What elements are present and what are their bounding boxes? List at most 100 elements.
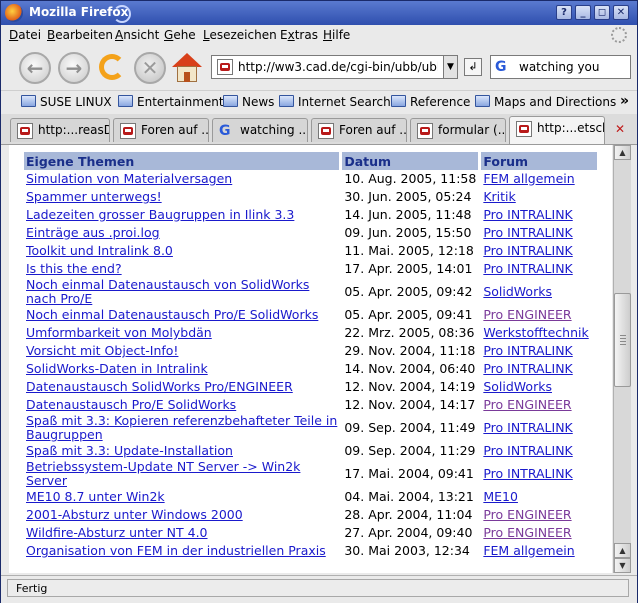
forum-link[interactable]: Pro INTRALINK — [483, 361, 572, 376]
threads-table: Eigene Themen Datum Forum Simulation von… — [24, 152, 600, 560]
forum-link[interactable]: Pro INTRALINK — [483, 207, 572, 222]
thread-date: 05. Apr. 2005, 09:42 — [340, 278, 482, 306]
back-button[interactable]: ← — [19, 52, 51, 84]
forward-button[interactable]: → — [58, 52, 90, 84]
menu-gehe[interactable]: Gehe — [164, 28, 196, 42]
scroll-up-button-lower[interactable]: ▲ — [614, 543, 631, 558]
forum-link[interactable]: Pro INTRALINK — [483, 261, 572, 276]
bookmark-suse-linux[interactable]: SUSE LINUX — [21, 95, 112, 109]
go-button[interactable]: ↲ — [464, 58, 482, 76]
thread-link[interactable]: Is this the end? — [26, 261, 122, 276]
forum-link[interactable]: Pro INTRALINK — [483, 420, 572, 435]
thread-link[interactable]: SolidWorks-Daten in Intralink — [26, 361, 208, 376]
site-favicon-icon — [318, 123, 334, 139]
help-window-button[interactable]: ? — [556, 5, 572, 20]
scroll-down-button[interactable]: ▼ — [614, 558, 631, 573]
address-bar[interactable]: http://ww3.cad.de/cgi-bin/ubb/ubbmisc. — [211, 55, 458, 79]
tab-5[interactable]: formular (... — [410, 118, 506, 142]
back-arrow-icon: ← — [26, 56, 44, 80]
table-row: Simulation von Materialversagen 10. Aug. … — [24, 170, 600, 188]
forum-link[interactable]: Pro INTRALINK — [483, 443, 572, 458]
bookmarks-overflow-chevron-icon[interactable]: » — [620, 93, 629, 109]
scrollbar-thumb[interactable] — [614, 293, 631, 387]
tab-4[interactable]: Foren auf ... — [311, 118, 407, 142]
forum-link[interactable]: Pro INTRALINK — [483, 243, 572, 258]
thread-link[interactable]: Toolkit und Intralink 8.0 — [26, 243, 173, 258]
close-tab-icon[interactable]: ✕ — [611, 122, 629, 138]
address-url[interactable]: http://ww3.cad.de/cgi-bin/ubb/ubbmisc. — [238, 60, 438, 74]
table-row: Datenaustausch SolidWorks Pro/ENGINEER 12… — [24, 378, 600, 396]
thread-link[interactable]: Noch einmal Datenaustausch von SolidWork… — [26, 277, 309, 306]
thread-link[interactable]: Betriebssystem-Update NT Server -> Win2k… — [26, 459, 300, 488]
tab-1[interactable]: http:...reasD — [10, 118, 110, 142]
bookmark-entertainment[interactable]: Entertainment — [118, 95, 224, 109]
thread-link[interactable]: Einträge aus .proi.log — [26, 225, 160, 240]
tab-6-active[interactable]: http:...etsch — [509, 116, 605, 144]
forum-link[interactable]: FEM allgemein — [483, 171, 574, 186]
menu-hilfe[interactable]: Hilfe — [323, 28, 350, 42]
menu-lesezeichen[interactable]: Lesezeichen — [203, 28, 277, 42]
home-button[interactable] — [171, 52, 203, 84]
tab-3[interactable]: G watching ... — [212, 118, 308, 142]
forum-link[interactable]: SolidWorks — [483, 284, 552, 299]
thread-date: 11. Mai. 2005, 12:18 — [340, 242, 482, 260]
stop-button[interactable]: ✕ — [134, 52, 166, 84]
bookmark-reference[interactable]: Reference — [391, 95, 470, 109]
bookmark-news[interactable]: News — [223, 95, 274, 109]
page-content: Eigene Themen Datum Forum Simulation von… — [9, 145, 612, 573]
menu-ansicht[interactable]: Ansicht — [115, 28, 159, 42]
thread-date: 28. Apr. 2004, 11:04 — [340, 506, 482, 524]
thread-date: 09. Jun. 2005, 15:50 — [340, 224, 482, 242]
thread-date: 12. Nov. 2004, 14:17 — [340, 396, 482, 414]
thread-link[interactable]: Simulation von Materialversagen — [26, 171, 232, 186]
forum-link[interactable]: Kritik — [483, 189, 515, 204]
tab-bar: http:...reasD Foren auf ... G watching .… — [1, 114, 637, 145]
forum-link[interactable]: Werkstofftechnik — [483, 325, 588, 340]
thread-link[interactable]: Ladezeiten grosser Baugruppen in Ilink 3… — [26, 207, 294, 222]
thread-link[interactable]: Spammer unterwegs! — [26, 189, 162, 204]
status-bar: Fertig — [1, 575, 637, 603]
address-history-dropdown[interactable]: ▼ — [443, 55, 458, 79]
forum-link[interactable]: Pro INTRALINK — [483, 343, 572, 358]
thread-link[interactable]: Spaß mit 3.3: Kopieren referenzbehaftete… — [26, 413, 337, 442]
forum-link[interactable]: SolidWorks — [483, 379, 552, 394]
forum-link[interactable]: FEM allgemein — [483, 543, 574, 558]
forum-link[interactable]: Pro ENGINEER — [483, 507, 571, 522]
tab-2[interactable]: Foren auf ... — [113, 118, 209, 142]
close-window-button[interactable]: ✕ — [613, 5, 629, 20]
vertical-scrollbar[interactable]: ▲ ▲ ▼ — [613, 145, 631, 573]
bookmark-maps-and-directions[interactable]: Maps and Directions — [475, 95, 616, 109]
forum-link[interactable]: Pro INTRALINK — [483, 466, 572, 481]
menu-datei[interactable]: Datei — [9, 28, 41, 42]
reload-button[interactable] — [97, 52, 129, 84]
thread-link[interactable]: Datenaustausch SolidWorks Pro/ENGINEER — [26, 379, 293, 394]
forum-link[interactable]: Pro ENGINEER — [483, 525, 571, 540]
bookmark-internet-search[interactable]: Internet Search — [279, 95, 391, 109]
thread-link[interactable]: Vorsicht mit Object-Info! — [26, 343, 178, 358]
forum-link[interactable]: Pro ENGINEER — [483, 397, 571, 412]
thread-link[interactable]: Spaß mit 3.3: Update-Installation — [26, 443, 233, 458]
search-box[interactable]: G watching you — [490, 55, 631, 79]
google-search-engine-icon[interactable]: G — [495, 59, 511, 75]
menu-extras[interactable]: Extras — [280, 28, 318, 42]
header-forum: Forum — [479, 152, 600, 170]
thread-link[interactable]: Datenaustausch Pro/E SolidWorks — [26, 397, 236, 412]
thread-link[interactable]: Organisation von FEM in der industrielle… — [26, 543, 326, 558]
table-row: Spaß mit 3.3: Kopieren referenzbehaftete… — [24, 413, 600, 442]
scroll-up-button[interactable]: ▲ — [614, 145, 631, 160]
site-favicon-icon — [17, 123, 33, 139]
maximize-button[interactable]: ◻ — [594, 5, 610, 20]
search-input-value[interactable]: watching you — [519, 60, 600, 74]
forum-link[interactable]: ME10 — [483, 489, 518, 504]
forum-link[interactable]: Pro INTRALINK — [483, 225, 572, 240]
menu-bearbeiten[interactable]: Bearbeiten — [47, 28, 113, 42]
thread-link[interactable]: Umformbarkeit von Molybdän — [26, 325, 212, 340]
forum-link[interactable]: Pro ENGINEER — [483, 307, 571, 322]
thread-date: 22. Mrz. 2005, 08:36 — [340, 324, 482, 342]
table-row: Organisation von FEM in der industrielle… — [24, 542, 600, 560]
minimize-button[interactable]: _ — [575, 5, 591, 20]
thread-link[interactable]: ME10 8.7 unter Win2k — [26, 489, 165, 504]
thread-link[interactable]: 2001-Absturz unter Windows 2000 — [26, 507, 243, 522]
thread-link[interactable]: Wildfire-Absturz unter NT 4.0 — [26, 525, 208, 540]
thread-link[interactable]: Noch einmal Datenaustausch Pro/E SolidWo… — [26, 307, 318, 322]
